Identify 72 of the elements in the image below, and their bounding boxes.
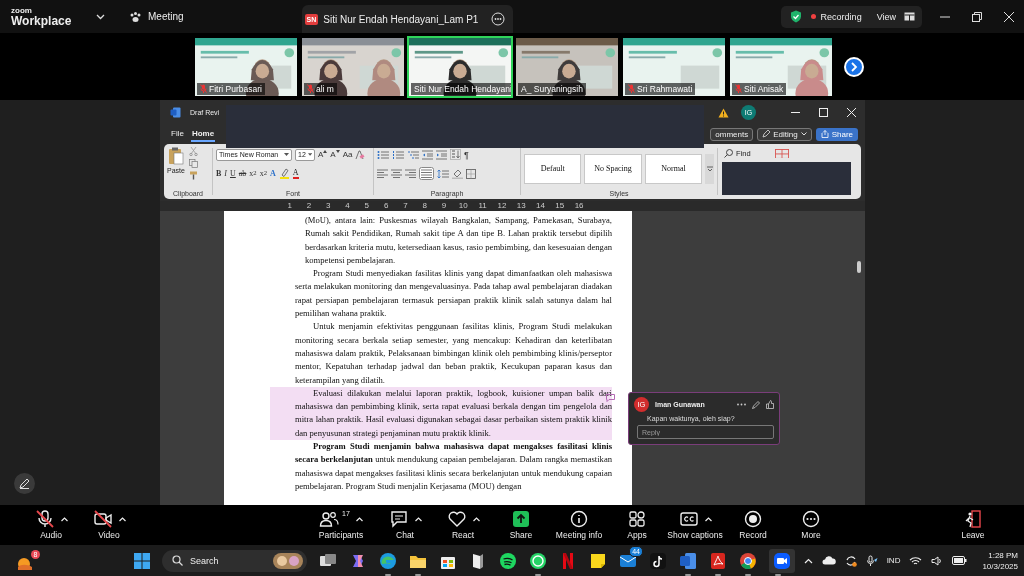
paragraph: Untuk menjamin efektivitas penggunaan fasilitas klinis, Program Studi melakukan monitoring secara berkala setiap semester, yang mencakup: Kehadiran dan keterlibatan mahasiswa dalam praktik, Pelaksanaan bimbingan klinik oleh pembimbing klinis/perseptor mentor, Kepatuhan terhadap jadwal dan beban praktik, Kecukupan paparan kasus dan keterampilan yang dilatih. (295, 320, 612, 387)
search-field[interactable]: Search (162, 549, 307, 572)
product-label: Workplace (11, 14, 73, 27)
brand-label: zoom (11, 6, 33, 15)
sup-button[interactable]: x$^{2}$ (259, 169, 267, 178)
ribbon-tab[interactable]: File (170, 126, 185, 142)
ruler-number: 6 (382, 201, 390, 211)
paragraph: Program Studi menjamin bahwa mahasiswa dapat mengakses fasilitasi klinis secara berkelanjutan untuk mendukung capaian pembelajaran. Dalam rangka memastikan mahasiswa dapat mengakses fasilitasi klinis secara berkelanjutan untuk mendukung capaian pembelajaran. Program Studi menjalin Kerjasama (MOU) dengan (295, 440, 612, 493)
paragraph: (MoU), antara lain: Puskesmas wilayah Bangkalan, Sampang, Pamekasan, Surabaya, Rumah sakit Pendidikan, Rumah sakit tipe A dan tipe B. Lahan praktik tersebut dipilih berdasarkan kriteria mutu, ketersediaan kasus, rasio pembimbing, dan kesesuaian dengan kompetensi pembelajaran. (304, 214, 612, 267)
participant-name: A_ Suryaningsih (521, 83, 583, 94)
captions-button[interactable]: Show captions (666, 510, 724, 540)
ruler-number: 4 (344, 201, 351, 211)
ruler-number: 11 (477, 201, 488, 211)
recording-label: Recording (820, 11, 862, 22)
audio-button[interactable]: Audio (22, 510, 80, 540)
ruler-number: 16 (573, 201, 585, 211)
language-indicator[interactable]: IND (886, 556, 901, 565)
participant-name: Sri Rahmawati (637, 83, 693, 94)
ruler-number: 9 (440, 201, 448, 211)
ruler-number: 2 (305, 201, 313, 211)
video-tile[interactable]: Sri Rahmawati (621, 35, 727, 98)
video-tile[interactable]: A_ Suryaningsih (514, 35, 620, 98)
meeting-button[interactable]: Meeting (129, 10, 184, 23)
info-button[interactable]: Meeting info (550, 510, 608, 540)
style-option[interactable]: No Spacing (584, 153, 642, 184)
clock-date[interactable]: 10/3/2025 (982, 560, 1018, 572)
ruler-number: 8 (421, 201, 428, 211)
editing-button[interactable]: Editing (757, 127, 812, 141)
strike-button[interactable]: ab (238, 169, 247, 178)
video-tile[interactable]: Siti Anisak (728, 35, 834, 98)
color-button[interactable]: A (292, 168, 299, 179)
ruler-number: 3 (325, 201, 332, 211)
style-option[interactable]: Default (524, 153, 582, 184)
more-button[interactable]: More (782, 510, 840, 540)
shrink-font-button[interactable]: A (330, 150, 340, 159)
ruler-number: 7 (402, 201, 409, 211)
react-button[interactable]: React (434, 510, 492, 540)
underline-button[interactable]: U (230, 169, 236, 178)
clock-time[interactable]: 1:28 PM (988, 549, 1018, 561)
paragraph: Program Studi menyediakan fasilitas klinis yang dapat dimanfaatkan oleh mahasiswa serta melakukan monitoring dan mengevaluasinya. Pada tahap awal pembelajaran diadakan rapat persiapan pembelajaran termasuk persiapan praktik klinik salah satunya dalam hal pemilihan wahana praktik. (295, 267, 612, 321)
show-formatting-button[interactable]: ¶ (464, 149, 469, 160)
change-case-button[interactable]: Aa (342, 150, 353, 159)
italic-button[interactable]: I (224, 169, 227, 178)
apps-button[interactable]: Apps (608, 510, 666, 540)
participant-name: ali m (316, 83, 334, 94)
bold-button[interactable]: B (216, 169, 222, 178)
share-button[interactable]: Share (815, 127, 858, 141)
view-button[interactable]: View (876, 11, 915, 22)
comments-button[interactable]: omments (710, 127, 754, 141)
video-tile[interactable]: Fitri Purbasari (193, 35, 299, 98)
ribbon-tab[interactable]: Home (190, 126, 216, 142)
record-button[interactable]: Record (724, 510, 782, 540)
video-button[interactable]: Video (80, 510, 138, 540)
leave-button[interactable]: Leave (944, 510, 1002, 540)
share-title: Siti Nur Endah Hendayani_Lam P1 (323, 13, 479, 25)
video-tile[interactable]: Siti Nur Endah Hendayani (407, 35, 513, 98)
participant-name: Siti Nur Endah Hendayani (414, 83, 511, 94)
effects-button[interactable]: A (270, 169, 276, 178)
ruler-number: 15 (554, 201, 566, 211)
participant-name: Fitri Purbasari (209, 83, 262, 94)
video-tile[interactable]: ali m (300, 35, 406, 98)
ruler-number: 13 (515, 201, 527, 211)
ruler-number: 10 (457, 201, 469, 211)
participant-name: Siti Anisak (744, 83, 784, 94)
share-button[interactable]: Share (492, 510, 550, 540)
chat-button[interactable]: Chat (376, 510, 434, 540)
ruler-number: 5 (363, 201, 371, 211)
ruler-number: 14 (535, 201, 546, 211)
ruler-number: 1 (286, 201, 293, 211)
style-option[interactable]: Normal (644, 153, 703, 184)
grow-font-button[interactable]: A (318, 150, 328, 159)
ruler-number: 12 (496, 201, 508, 211)
